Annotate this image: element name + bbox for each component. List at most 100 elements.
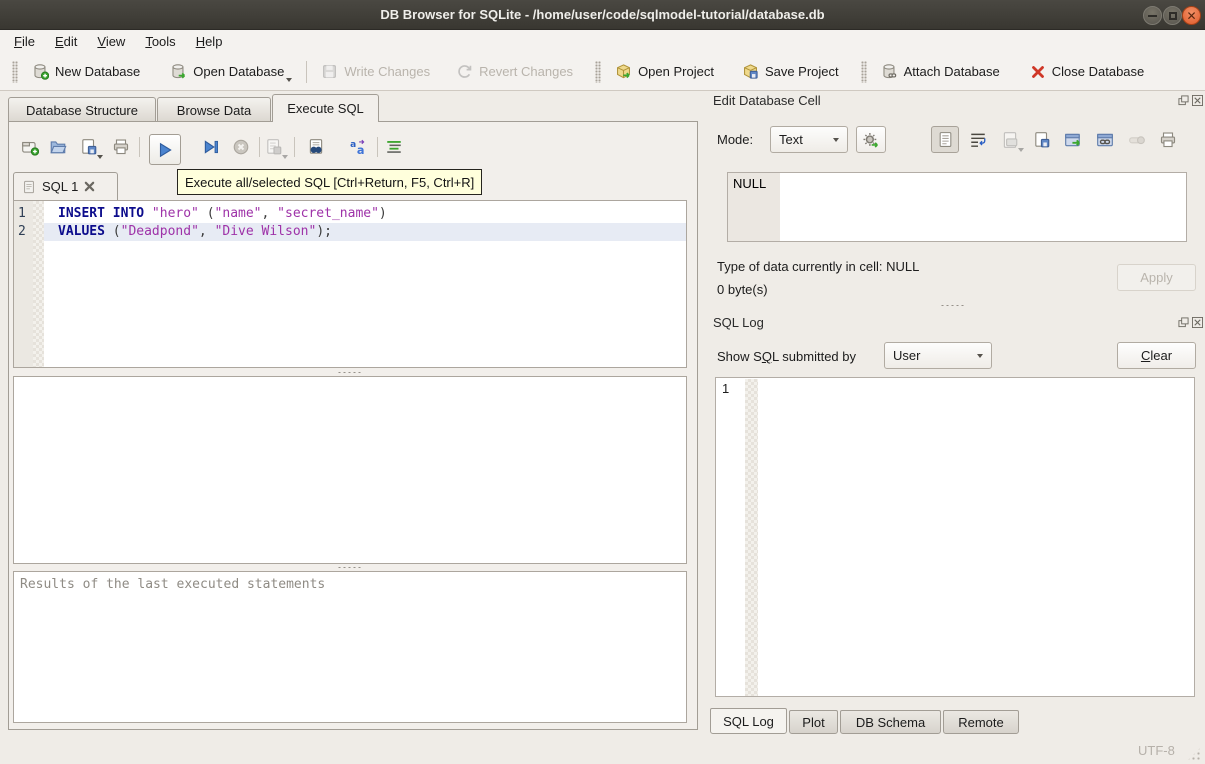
toolbar-grip[interactable] bbox=[595, 61, 601, 83]
close-tab-icon[interactable] bbox=[84, 181, 95, 192]
set-null-button[interactable] bbox=[1128, 131, 1146, 149]
splitter-handle[interactable] bbox=[940, 302, 966, 309]
stop-execution-button[interactable] bbox=[229, 135, 253, 159]
log-filter-label: Show SQL submitted by bbox=[717, 349, 856, 364]
word-wrap-button[interactable] bbox=[969, 131, 987, 149]
tab-label: Execute SQL bbox=[287, 101, 364, 116]
bottom-tab-plot[interactable]: Plot bbox=[789, 710, 838, 734]
splitter-handle[interactable] bbox=[13, 369, 687, 376]
execute-sql-button[interactable] bbox=[149, 134, 181, 165]
tab-browse-data[interactable]: Browse Data bbox=[157, 97, 271, 122]
app-window: DB Browser for SQLite - /home/user/code/… bbox=[0, 0, 1205, 764]
save-sql-dropdown-icon[interactable] bbox=[97, 155, 103, 159]
import-data-button[interactable] bbox=[1001, 131, 1019, 149]
open-database-icon bbox=[170, 63, 187, 80]
export-icon bbox=[1064, 131, 1082, 149]
close-database-icon bbox=[1030, 64, 1046, 80]
new-database-icon bbox=[32, 63, 49, 80]
save-project-button[interactable]: Save Project bbox=[734, 57, 847, 87]
menu-file[interactable]: File bbox=[4, 31, 45, 52]
execute-sql-icon bbox=[156, 141, 174, 159]
save-project-icon bbox=[742, 63, 759, 80]
splitter-handle[interactable] bbox=[13, 564, 687, 571]
sql-toolbar-separator bbox=[139, 137, 140, 157]
open-database-dropdown-icon[interactable] bbox=[286, 78, 292, 82]
maximize-button[interactable] bbox=[1163, 6, 1182, 25]
export-results-icon bbox=[265, 138, 283, 156]
attach-database-button[interactable]: Attach Database bbox=[873, 57, 1008, 87]
print-sql-button[interactable] bbox=[109, 135, 133, 159]
auto-complete-button[interactable]: a a bbox=[346, 135, 370, 159]
sql-results-grid[interactable] bbox=[13, 376, 687, 564]
menu-tools[interactable]: Tools bbox=[135, 31, 185, 52]
sql-string: "Dive Wilson" bbox=[215, 224, 317, 239]
find-in-sql-button[interactable] bbox=[304, 135, 328, 159]
new-database-button[interactable]: New Database bbox=[24, 57, 148, 87]
print-icon bbox=[112, 138, 130, 156]
sql-editor-tab[interactable]: SQL 1 bbox=[13, 172, 118, 200]
export-results-button[interactable] bbox=[262, 135, 286, 159]
minimize-button[interactable] bbox=[1143, 6, 1162, 25]
open-database-label: Open Database bbox=[193, 64, 284, 79]
svg-text:a: a bbox=[350, 140, 356, 150]
sql-file-icon bbox=[22, 180, 36, 194]
sql-string: "hero" bbox=[152, 206, 199, 221]
new-sql-tab-button[interactable] bbox=[18, 135, 42, 159]
log-line-number: 1 bbox=[722, 381, 729, 396]
tab-label: SQL Log bbox=[723, 714, 774, 729]
close-database-button[interactable]: Close Database bbox=[1022, 57, 1153, 87]
link-icon bbox=[1096, 131, 1114, 149]
revert-changes-button[interactable]: Revert Changes bbox=[448, 57, 581, 87]
open-sql-file-button[interactable] bbox=[46, 135, 70, 159]
open-project-button[interactable]: Open Project bbox=[607, 57, 722, 87]
open-project-icon bbox=[615, 63, 632, 80]
results-message-panel[interactable]: Results of the last executed statements bbox=[13, 571, 687, 723]
code-area[interactable]: INSERT INTO "hero" ("name", "secret_name… bbox=[44, 201, 686, 367]
cell-value-editor[interactable]: NULL bbox=[727, 172, 1187, 242]
dock-close-button[interactable] bbox=[1192, 95, 1203, 106]
open-url-button[interactable] bbox=[1096, 131, 1114, 149]
sql-tab-label: SQL 1 bbox=[42, 179, 78, 194]
open-database-button[interactable]: Open Database bbox=[162, 57, 300, 87]
execute-current-line-button[interactable] bbox=[199, 135, 223, 159]
text-mode-button[interactable] bbox=[931, 126, 959, 153]
close-button[interactable]: ✕ bbox=[1182, 6, 1201, 25]
sql-line-1: INSERT INTO "hero" ("name", "secret_name… bbox=[44, 205, 686, 223]
sql-log-view[interactable]: 1 bbox=[715, 377, 1195, 697]
export-results-dropdown-icon bbox=[282, 155, 288, 159]
bottom-tab-db-schema[interactable]: DB Schema bbox=[840, 710, 941, 734]
save-sql-file-button[interactable] bbox=[77, 135, 101, 159]
bottom-tab-sql-log[interactable]: SQL Log bbox=[710, 708, 787, 734]
tab-execute-sql[interactable]: Execute SQL bbox=[272, 94, 379, 122]
sql-keyword: VALUES bbox=[58, 224, 105, 239]
apply-button[interactable]: Apply bbox=[1117, 264, 1196, 291]
export-data-button[interactable] bbox=[1033, 131, 1051, 149]
write-changes-button[interactable]: Write Changes bbox=[313, 57, 438, 87]
menu-help[interactable]: Help bbox=[186, 31, 233, 52]
auto-complete-icon: a a bbox=[349, 138, 367, 156]
bottom-tab-remote[interactable]: Remote bbox=[943, 710, 1019, 734]
dock-float-button[interactable] bbox=[1178, 317, 1189, 328]
maximize-icon bbox=[1169, 12, 1177, 20]
write-changes-icon bbox=[321, 63, 338, 80]
menu-edit[interactable]: Edit bbox=[45, 31, 87, 52]
log-filter-select[interactable]: User bbox=[884, 342, 992, 369]
auto-switch-mode-button[interactable] bbox=[856, 126, 886, 153]
menu-view[interactable]: View bbox=[87, 31, 135, 52]
mode-select[interactable]: Text bbox=[770, 126, 848, 153]
clear-log-button[interactable]: Clear bbox=[1117, 342, 1196, 369]
open-in-external-button[interactable] bbox=[1064, 131, 1082, 149]
toolbar-grip[interactable] bbox=[861, 61, 867, 83]
resize-grip[interactable] bbox=[1186, 746, 1202, 762]
tab-database-structure[interactable]: Database Structure bbox=[8, 97, 156, 122]
new-database-label: New Database bbox=[55, 64, 140, 79]
stop-icon bbox=[232, 138, 250, 156]
sql-code-editor[interactable]: 1 2 INSERT INTO "hero" ("name", "secret_… bbox=[13, 200, 687, 368]
dock-close-button[interactable] bbox=[1192, 317, 1203, 328]
toolbar-grip[interactable] bbox=[12, 61, 18, 83]
print-cell-button[interactable] bbox=[1159, 131, 1177, 149]
apply-label: Apply bbox=[1140, 270, 1173, 285]
format-sql-button[interactable] bbox=[382, 135, 406, 159]
dock-float-button[interactable] bbox=[1178, 95, 1189, 106]
chevron-down-icon bbox=[977, 354, 983, 358]
